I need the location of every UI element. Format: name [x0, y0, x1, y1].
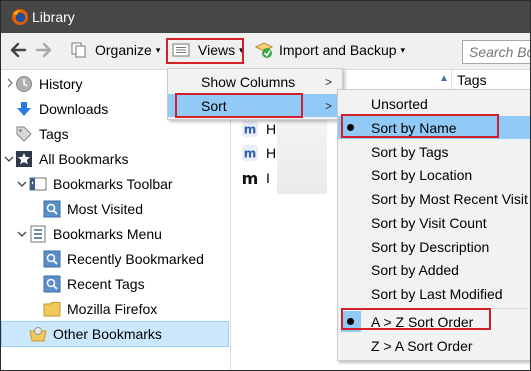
history-clock-icon	[16, 76, 32, 92]
collapse-chevron-icon[interactable]	[17, 179, 27, 189]
menu-item-sort-by-name[interactable]: Sort by Name	[338, 116, 530, 139]
collapse-chevron-icon[interactable]	[4, 154, 14, 164]
menu-item-sort-by-description[interactable]: Sort by Description	[338, 235, 530, 258]
other-bookmarks-folder-icon	[29, 327, 47, 342]
import-backup-icon	[254, 42, 274, 58]
menu-item-z-a-sort-order[interactable]: Z > A Sort Order	[338, 334, 530, 357]
all-bookmarks-star-icon	[16, 151, 32, 167]
menu-item-sort-by-most-recent-visit[interactable]: Sort by Most Recent Visit	[338, 187, 530, 210]
forward-arrow-icon[interactable]	[35, 41, 53, 59]
bookmarks-menu-icon	[30, 225, 46, 243]
sidebar-item-downloads[interactable]: Downloads	[15, 97, 108, 121]
bookmarks-toolbar-icon	[29, 177, 47, 191]
import-backup-button[interactable]: Import and Backup ▾	[254, 37, 405, 63]
sidebar-item-most-visited[interactable]: Most Visited	[43, 197, 143, 221]
back-arrow-icon[interactable]	[9, 41, 27, 59]
smart-folder-icon	[43, 275, 61, 293]
dropdown-caret-icon: ▾	[155, 44, 161, 55]
folder-icon	[43, 302, 61, 317]
menu-item-sort-by-added[interactable]: Sort by Added	[338, 258, 530, 281]
search-input[interactable]	[463, 41, 530, 63]
menu-item-a-z-sort-order[interactable]: A > Z Sort Order	[338, 310, 530, 333]
expand-chevron-icon[interactable]	[5, 78, 15, 88]
views-menu: Show Columns > Sort >	[167, 68, 343, 120]
menu-item-sort[interactable]: Sort >	[168, 94, 342, 117]
collapse-chevron-icon[interactable]	[17, 229, 27, 239]
submenu-arrow-icon: >	[324, 98, 332, 113]
tag-icon	[16, 126, 32, 142]
svg-text:m: m	[244, 123, 257, 137]
submenu-arrow-icon: >	[324, 74, 332, 89]
sidebar-item-all-bookmarks[interactable]: All Bookmarks	[15, 147, 128, 171]
views-label: Views	[198, 42, 236, 58]
views-list-icon	[172, 43, 190, 57]
window-title: Library	[32, 9, 75, 25]
list-item[interactable]: m H	[241, 142, 276, 164]
smart-folder-icon	[43, 250, 61, 268]
organize-icon	[71, 42, 86, 58]
import-backup-label: Import and Backup	[279, 42, 397, 58]
sidebar-item-recently-bookmarked[interactable]: Recently Bookmarked	[43, 247, 204, 271]
column-header-tags[interactable]: Tags	[457, 72, 487, 88]
list-item[interactable]: m H	[241, 118, 276, 140]
toolbar: Organize ▾ Views ▾ Import and Backup ▾	[1, 33, 530, 70]
svg-text:m: m	[244, 147, 257, 161]
search-box[interactable]	[462, 40, 530, 64]
library-window: Library Organize ▾ Views ▾ Import and Ba…	[0, 0, 531, 371]
radio-bullet-icon	[347, 318, 354, 325]
sidebar-item-bookmarks-toolbar[interactable]: Bookmarks Toolbar	[29, 172, 173, 196]
mozilla-favicon-icon: m	[242, 169, 259, 187]
firefox-logo-icon	[12, 9, 28, 25]
sidebar-item-other-bookmarks[interactable]: Other Bookmarks	[29, 322, 162, 346]
organize-label: Organize	[95, 42, 152, 58]
menu-item-sort-by-visit-count[interactable]: Sort by Visit Count	[338, 211, 530, 234]
download-arrow-icon	[17, 102, 31, 116]
radio-bullet-icon	[347, 124, 354, 131]
sidebar-item-tags[interactable]: Tags	[15, 122, 69, 146]
sidebar-item-mozilla-firefox[interactable]: Mozilla Firefox	[43, 297, 157, 321]
title-bar: Library	[1, 1, 530, 33]
site-favicon-icon: m	[242, 121, 258, 137]
menu-item-show-columns[interactable]: Show Columns >	[168, 70, 342, 93]
menu-item-sort-by-last-modified[interactable]: Sort by Last Modified	[338, 282, 530, 305]
views-button[interactable]: Views ▾	[172, 37, 244, 63]
blurred-region	[277, 114, 327, 194]
sidebar-item-history[interactable]: History	[15, 72, 83, 96]
column-divider	[451, 70, 452, 91]
menu-item-sort-by-location[interactable]: Sort by Location	[338, 163, 530, 186]
menu-item-sort-by-tags[interactable]: Sort by Tags	[338, 140, 530, 163]
svg-text:m: m	[242, 169, 259, 187]
smart-folder-icon	[43, 200, 61, 218]
list-item[interactable]: m I	[241, 167, 270, 189]
sort-submenu: Unsorted Sort by Name Sort by Tags Sort …	[337, 89, 530, 361]
site-favicon-icon: m	[242, 145, 258, 161]
menu-separator	[366, 308, 528, 309]
sidebar-item-recent-tags[interactable]: Recent Tags	[43, 272, 145, 296]
sort-ascending-icon: ▲	[439, 73, 449, 84]
dropdown-caret-icon: ▾	[400, 44, 406, 55]
sidebar-item-bookmarks-menu[interactable]: Bookmarks Menu	[29, 222, 162, 246]
menu-item-unsorted[interactable]: Unsorted	[338, 92, 530, 115]
organize-button[interactable]: Organize ▾	[70, 37, 160, 63]
dropdown-caret-icon: ▾	[239, 44, 244, 55]
